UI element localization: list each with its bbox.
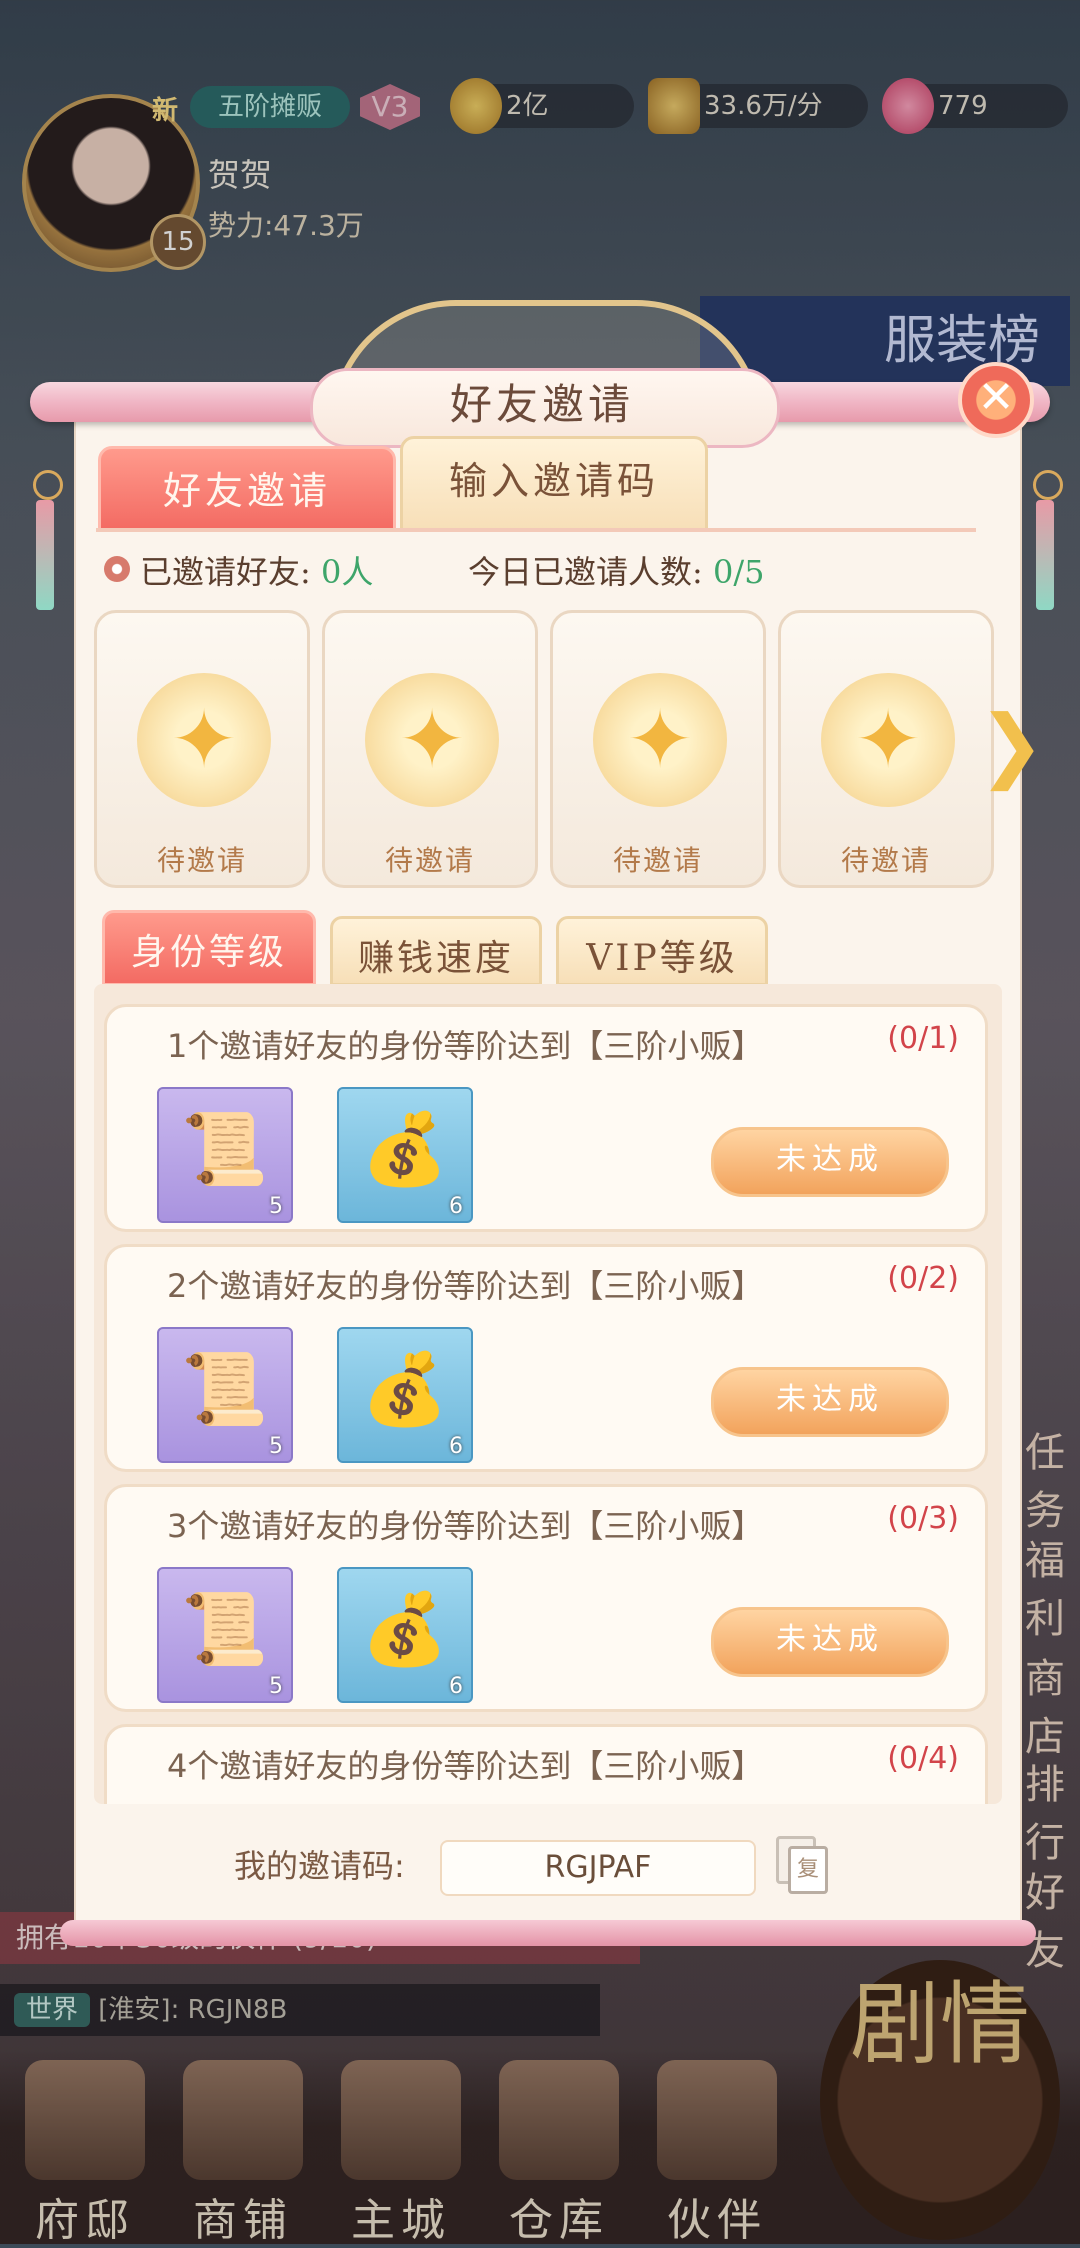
invite-slot[interactable]: ✦ 待邀请 — [550, 610, 766, 888]
subtab-vip-level[interactable]: VIP等级 — [556, 916, 768, 986]
sparkle-icon: ✦ — [854, 693, 922, 786]
item-qty: 5 — [269, 1434, 283, 1459]
tab-friend-invite[interactable]: 好友邀请 — [98, 446, 396, 532]
task-progress: (0/4) — [887, 1741, 959, 1776]
invite-slot[interactable]: ✦ 待邀请 — [94, 610, 310, 888]
item-qty: 5 — [269, 1674, 283, 1699]
task-card: 1个邀请好友的身份等阶达到【三阶小贩】 (0/1) 📜 5 💰 6 未达成 — [104, 1004, 988, 1232]
close-button[interactable]: ✕ — [958, 362, 1034, 438]
task-text: 1个邀请好友的身份等阶达到【三阶小贩】 — [167, 1027, 764, 1065]
reward-scroll[interactable]: 📜 5 — [157, 1327, 293, 1463]
task-status-button[interactable]: 未达成 — [711, 1607, 949, 1677]
slot-label: 待邀请 — [156, 844, 247, 877]
copy-glyph: 复 — [788, 1846, 828, 1894]
left-tassel-ornament — [30, 410, 63, 610]
reward-money-bag[interactable]: 💰 6 — [337, 1567, 473, 1703]
sparkle-icon: ✦ — [626, 693, 694, 786]
item-qty: 6 — [449, 1194, 463, 1219]
task-status-button[interactable]: 未达成 — [711, 1127, 949, 1197]
task-text: 2个邀请好友的身份等阶达到【三阶小贩】 — [167, 1267, 764, 1305]
sparkle-icon: ✦ — [398, 693, 466, 786]
chevron-right-icon[interactable]: ❯ — [978, 700, 1045, 790]
tab-divider — [96, 528, 976, 532]
slot-label: 待邀请 — [612, 844, 703, 877]
task-progress: (0/2) — [887, 1261, 959, 1296]
item-qty: 5 — [269, 1194, 283, 1219]
right-tassel-ornament — [1030, 410, 1063, 610]
copy-icon[interactable]: 复 — [776, 1836, 828, 1894]
task-card: 3个邀请好友的身份等阶达到【三阶小贩】 (0/3) 📜 5 💰 6 未达成 — [104, 1484, 988, 1712]
task-text: 4个邀请好友的身份等阶达到【三阶小贩】 — [167, 1747, 764, 1785]
invite-code-label: 我的邀请码: — [234, 1847, 405, 1885]
invite-slot[interactable]: ✦ 待邀请 — [778, 610, 994, 888]
invite-slot[interactable]: ✦ 待邀请 — [322, 610, 538, 888]
task-list[interactable]: 1个邀请好友的身份等阶达到【三阶小贩】 (0/1) 📜 5 💰 6 未达成 2个邀请… — [94, 984, 1002, 1804]
task-progress: (0/3) — [887, 1501, 959, 1536]
reward-scroll[interactable]: 📜 5 — [157, 1567, 293, 1703]
today-label: 今日已邀请人数: — [468, 553, 703, 591]
task-progress: (0/1) — [887, 1021, 959, 1056]
subtab-identity-level[interactable]: 身份等级 — [102, 910, 316, 986]
invited-count: 已邀请好友: 0人 — [140, 550, 373, 594]
slot-label: 待邀请 — [840, 844, 931, 877]
task-card: 4个邀请好友的身份等阶达到【三阶小贩】 (0/4) — [104, 1724, 988, 1804]
sparkle-icon: ✦ — [170, 693, 238, 786]
today-count: 今日已邀请人数: 0/5 — [468, 550, 764, 594]
subtab-earning-speed[interactable]: 赚钱速度 — [330, 916, 542, 986]
item-qty: 6 — [449, 1674, 463, 1699]
slot-label: 待邀请 — [384, 844, 475, 877]
task-text: 3个邀请好友的身份等阶达到【三阶小贩】 — [167, 1507, 764, 1545]
invited-label: 已邀请好友: — [140, 553, 311, 591]
reward-money-bag[interactable]: 💰 6 — [337, 1087, 473, 1223]
tab-enter-code[interactable]: 输入邀请码 — [400, 436, 708, 532]
invited-value: 0人 — [320, 553, 374, 591]
item-qty: 6 — [449, 1434, 463, 1459]
task-status-button[interactable]: 未达成 — [711, 1367, 949, 1437]
today-value: 0/5 — [712, 553, 765, 591]
scroll-bottom-rod — [60, 1920, 1036, 1946]
flower-icon — [104, 556, 130, 582]
reward-scroll[interactable]: 📜 5 — [157, 1087, 293, 1223]
invite-code-field[interactable]: RGJPAF — [440, 1840, 756, 1896]
task-card: 2个邀请好友的身份等阶达到【三阶小贩】 (0/2) 📜 5 💰 6 未达成 — [104, 1244, 988, 1472]
modal-title: 好友邀请 — [449, 380, 634, 429]
reward-money-bag[interactable]: 💰 6 — [337, 1327, 473, 1463]
